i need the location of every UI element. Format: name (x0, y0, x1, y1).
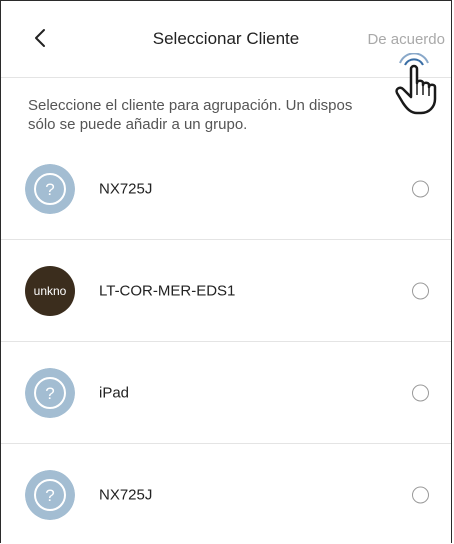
instruction-line-2: sólo se puede añadir a un grupo. (28, 116, 248, 133)
instruction-line-1: Seleccione el cliente para agrupación. U… (28, 97, 353, 114)
client-row[interactable]: ? iPad (1, 342, 451, 444)
select-radio[interactable] (412, 180, 429, 197)
device-avatar: unkno (25, 265, 75, 316)
svg-text:?: ? (45, 486, 54, 505)
select-radio[interactable] (412, 282, 429, 299)
client-row[interactable]: ? NX725J (1, 444, 451, 543)
client-name: NX725J (99, 180, 153, 197)
unknown-device-icon: ? (25, 163, 75, 214)
select-radio[interactable] (412, 384, 429, 401)
unknown-device-icon: ? (25, 469, 75, 520)
header-bar: Seleccionar Cliente De acuerdo (1, 1, 451, 78)
client-row[interactable]: unkno LT-COR-MER-EDS1 (1, 240, 451, 342)
select-radio[interactable] (412, 486, 429, 503)
app-screen: Seleccionar Cliente De acuerdo Seleccion… (0, 0, 452, 543)
client-row[interactable]: ? NX725J (1, 138, 451, 240)
confirm-button[interactable]: De acuerdo (367, 31, 445, 48)
client-name: NX725J (99, 486, 153, 503)
client-name: iPad (99, 384, 130, 401)
svg-text:?: ? (45, 384, 54, 403)
client-name: LT-COR-MER-EDS1 (99, 282, 236, 299)
instruction-text: Seleccione el cliente para agrupación. U… (28, 96, 428, 134)
client-list: ? NX725J unkno LT-COR-MER-EDS1 ? iPad ? (1, 138, 451, 543)
unknown-device-icon: ? (25, 367, 75, 418)
svg-text:?: ? (45, 180, 54, 199)
